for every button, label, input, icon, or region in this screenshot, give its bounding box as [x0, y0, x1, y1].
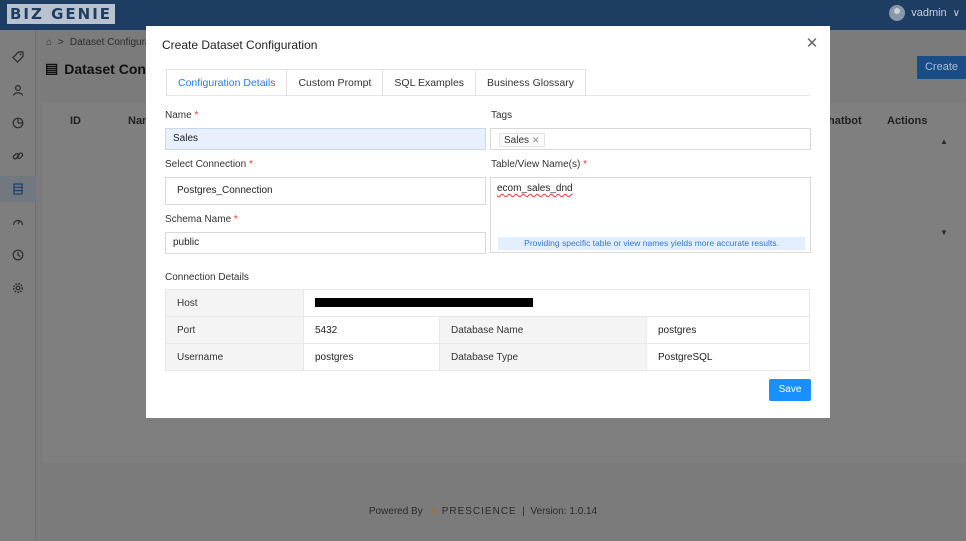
create-button[interactable]: Create: [917, 56, 966, 79]
user-menu[interactable]: vadmin ∨: [889, 5, 960, 21]
username: vadmin: [911, 7, 947, 19]
powered-by-text: Powered By: [368, 506, 423, 517]
host-key: Host: [165, 289, 304, 317]
dbname-value: postgres: [646, 316, 810, 344]
close-icon[interactable]: ✕: [804, 36, 820, 52]
table-row: Port 5432 Database Name postgres: [165, 316, 810, 344]
tables-hint: Providing specific table or view names y…: [498, 237, 805, 250]
column-header: ID: [70, 115, 81, 127]
table-row: Host: [165, 289, 810, 317]
username-key: Username: [165, 343, 304, 371]
connection-label: Select Connection *: [165, 159, 253, 170]
app-logo: BIZ GENIE: [7, 4, 116, 24]
scroll-down-icon[interactable]: ▼: [940, 228, 948, 237]
port-key: Port: [165, 316, 304, 344]
footer: Powered By ≡ PRESCIENCE | Version: 1.0.1…: [0, 506, 966, 517]
dbtype-value: PostgreSQL: [646, 343, 810, 371]
dashboard-icon[interactable]: [0, 209, 36, 235]
name-input[interactable]: Sales: [165, 128, 486, 150]
port-value: 5432: [303, 316, 440, 344]
username-value: postgres: [303, 343, 440, 371]
dataset-icon[interactable]: [0, 176, 36, 202]
breadcrumb: ⌂ > Dataset Configura: [46, 37, 151, 48]
column-header: hatbot: [828, 115, 862, 127]
user-icon[interactable]: [0, 77, 36, 103]
column-header: Actions: [887, 115, 928, 127]
breadcrumb-separator: >: [58, 37, 64, 48]
name-label: Name *: [165, 110, 199, 121]
tab-business-glossary[interactable]: Business Glossary: [476, 69, 586, 96]
page-title: ▤ Dataset Conf: [45, 60, 151, 77]
home-icon[interactable]: ⌂: [46, 37, 52, 48]
tag-icon[interactable]: [0, 44, 36, 70]
tables-textarea[interactable]: ecom_sales_dnd Providing specific table …: [490, 177, 811, 253]
connection-details-table: Host Port 5432 Database Name postgres Us…: [165, 289, 810, 371]
page-title-text: Dataset Conf: [64, 60, 151, 77]
host-value: [303, 289, 810, 317]
chart-icon[interactable]: [0, 110, 36, 136]
redacted-host: [315, 298, 533, 308]
create-dataset-modal: Create Dataset Configuration ✕ Configura…: [146, 26, 830, 418]
save-button[interactable]: Save: [769, 379, 811, 401]
tables-label: Table/View Name(s) *: [491, 159, 587, 170]
tab-custom-prompt[interactable]: Custom Prompt: [287, 69, 384, 96]
tags-input[interactable]: Sales ✕: [490, 128, 811, 150]
scroll-up-icon[interactable]: ▲: [940, 137, 948, 146]
table-row: Username postgres Database Type PostgreS…: [165, 343, 810, 371]
avatar: [889, 5, 906, 21]
tag-chip: Sales ✕: [499, 133, 545, 147]
dbtype-key: Database Type: [439, 343, 647, 371]
chevron-down-icon: ∨: [952, 7, 960, 19]
tags-label: Tags: [491, 110, 513, 121]
connection-select[interactable]: Postgres_Connection: [165, 177, 486, 205]
schema-input[interactable]: public: [165, 232, 486, 254]
prescience-logo: ≡ PRESCIENCE: [431, 506, 517, 517]
tab-divider: [166, 95, 810, 96]
tab-sql-examples[interactable]: SQL Examples: [383, 69, 477, 96]
dataset-icon: ▤: [45, 60, 59, 76]
version-text: Version: 1.0.14: [530, 506, 598, 517]
tables-value: ecom_sales_dnd: [497, 183, 573, 194]
footer-separator: |: [522, 506, 525, 517]
close-icon[interactable]: ✕: [532, 135, 540, 145]
tab-configuration-details[interactable]: Configuration Details: [166, 69, 288, 96]
modal-tabs: Configuration Details Custom Prompt SQL …: [166, 69, 586, 96]
gear-icon[interactable]: [0, 275, 36, 301]
connection-details-label: Connection Details: [165, 272, 249, 283]
link-icon[interactable]: [0, 143, 36, 169]
schema-label: Schema Name *: [165, 214, 238, 225]
modal-title: Create Dataset Configuration: [162, 38, 318, 52]
history-icon[interactable]: [0, 242, 36, 268]
breadcrumb-current[interactable]: Dataset Configura: [70, 37, 151, 48]
sidebar: [0, 30, 36, 541]
dbname-key: Database Name: [439, 316, 647, 344]
